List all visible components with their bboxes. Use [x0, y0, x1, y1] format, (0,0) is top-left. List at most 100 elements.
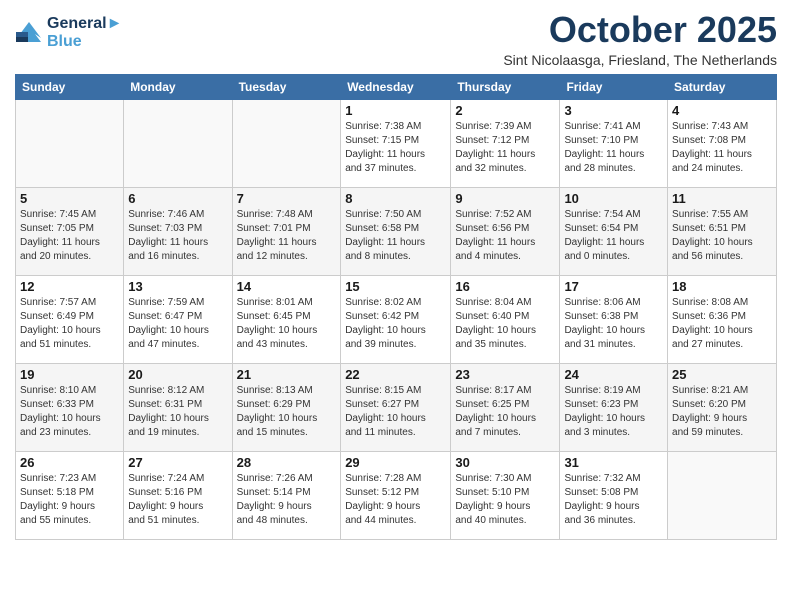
day-info: Sunrise: 7:57 AM Sunset: 6:49 PM Dayligh…: [20, 296, 119, 352]
calendar-cell: 13Sunrise: 7:59 AM Sunset: 6:47 PM Dayli…: [124, 275, 232, 363]
day-info: Sunrise: 7:45 AM Sunset: 7:05 PM Dayligh…: [20, 208, 119, 264]
day-info: Sunrise: 8:21 AM Sunset: 6:20 PM Dayligh…: [672, 384, 772, 440]
calendar: Sunday Monday Tuesday Wednesday Thursday…: [15, 74, 777, 540]
header-saturday: Saturday: [668, 74, 777, 99]
calendar-cell: 24Sunrise: 8:19 AM Sunset: 6:23 PM Dayli…: [560, 363, 668, 451]
day-info: Sunrise: 7:32 AM Sunset: 5:08 PM Dayligh…: [564, 472, 663, 528]
calendar-cell: 15 Sunrise: 8:02 AM Sunset: 6:42 PM Dayli…: [341, 275, 451, 363]
day-info: Sunrise: 8:08 AM Sunset: 6:36 PM Dayligh…: [672, 296, 772, 352]
calendar-cell: 16Sunrise: 8:04 AM Sunset: 6:40 PM Dayli…: [451, 275, 560, 363]
day-info: Sunrise: 8:02 AM Sunset: 6:42 PM Dayligh…: [345, 296, 446, 352]
day-number: 11: [672, 191, 772, 206]
calendar-cell: 27Sunrise: 7:24 AM Sunset: 5:16 PM Dayli…: [124, 451, 232, 539]
logo-icon: [15, 18, 43, 46]
day-number: 8: [345, 191, 446, 206]
day-info: Sunrise: 8:19 AM Sunset: 6:23 PM Dayligh…: [564, 384, 663, 440]
day-number: 29: [345, 455, 446, 470]
calendar-cell: 31 Sunrise: 7:32 AM Sunset: 5:08 PM Dayli…: [560, 451, 668, 539]
weekday-header-row: Sunday Monday Tuesday Wednesday Thursday…: [16, 74, 777, 99]
header: General► Blue October 2025 Sint Nicolaas…: [15, 10, 777, 68]
calendar-cell: 26Sunrise: 7:23 AM Sunset: 5:18 PM Dayli…: [16, 451, 124, 539]
day-info: Sunrise: 7:43 AM Sunset: 7:08 PM Dayligh…: [672, 120, 772, 176]
day-number: 4: [672, 103, 772, 118]
day-info: Sunrise: 8:12 AM Sunset: 6:31 PM Dayligh…: [128, 384, 227, 440]
day-number: 5: [20, 191, 119, 206]
day-number: 21: [237, 367, 337, 382]
day-info: Sunrise: 7:54 AM Sunset: 6:54 PM Dayligh…: [564, 208, 663, 264]
day-number: 19: [20, 367, 119, 382]
day-info: Sunrise: 8:13 AM Sunset: 6:29 PM Dayligh…: [237, 384, 337, 440]
day-number: 1: [345, 103, 446, 118]
header-friday: Friday: [560, 74, 668, 99]
calendar-cell: 30Sunrise: 7:30 AM Sunset: 5:10 PM Dayli…: [451, 451, 560, 539]
calendar-cell: [16, 99, 124, 187]
day-number: 10: [564, 191, 663, 206]
calendar-cell: 4 Sunrise: 7:43 AM Sunset: 7:08 PM Daylig…: [668, 99, 777, 187]
day-info: Sunrise: 7:52 AM Sunset: 6:56 PM Dayligh…: [455, 208, 555, 264]
day-info: Sunrise: 7:30 AM Sunset: 5:10 PM Dayligh…: [455, 472, 555, 528]
location: Sint Nicolaasga, Friesland, The Netherla…: [503, 52, 777, 68]
calendar-cell: 29 Sunrise: 7:28 AM Sunset: 5:12 PM Dayli…: [341, 451, 451, 539]
calendar-cell: 20 Sunrise: 8:12 AM Sunset: 6:31 PM Dayli…: [124, 363, 232, 451]
header-sunday: Sunday: [16, 74, 124, 99]
day-number: 3: [564, 103, 663, 118]
calendar-cell: 11 Sunrise: 7:55 AM Sunset: 6:51 PM Dayli…: [668, 187, 777, 275]
calendar-week-0: 1 Sunrise: 7:38 AM Sunset: 7:15 PM Daylig…: [16, 99, 777, 187]
header-tuesday: Tuesday: [232, 74, 341, 99]
day-info: Sunrise: 7:28 AM Sunset: 5:12 PM Dayligh…: [345, 472, 446, 528]
calendar-cell: 21 Sunrise: 8:13 AM Sunset: 6:29 PM Dayli…: [232, 363, 341, 451]
calendar-week-2: 12 Sunrise: 7:57 AM Sunset: 6:49 PM Dayli…: [16, 275, 777, 363]
calendar-week-3: 19 Sunrise: 8:10 AM Sunset: 6:33 PM Dayli…: [16, 363, 777, 451]
day-info: Sunrise: 8:17 AM Sunset: 6:25 PM Dayligh…: [455, 384, 555, 440]
calendar-cell: [232, 99, 341, 187]
day-info: Sunrise: 8:10 AM Sunset: 6:33 PM Dayligh…: [20, 384, 119, 440]
day-info: Sunrise: 8:04 AM Sunset: 6:40 PM Dayligh…: [455, 296, 555, 352]
day-info: Sunrise: 7:26 AM Sunset: 5:14 PM Dayligh…: [237, 472, 337, 528]
header-thursday: Thursday: [451, 74, 560, 99]
logo-text: General► Blue: [47, 14, 122, 51]
day-number: 12: [20, 279, 119, 294]
day-number: 31: [564, 455, 663, 470]
calendar-cell: [124, 99, 232, 187]
day-info: Sunrise: 7:46 AM Sunset: 7:03 PM Dayligh…: [128, 208, 227, 264]
day-info: Sunrise: 7:48 AM Sunset: 7:01 PM Dayligh…: [237, 208, 337, 264]
day-info: Sunrise: 8:06 AM Sunset: 6:38 PM Dayligh…: [564, 296, 663, 352]
calendar-cell: 14 Sunrise: 8:01 AM Sunset: 6:45 PM Dayli…: [232, 275, 341, 363]
calendar-cell: 1 Sunrise: 7:38 AM Sunset: 7:15 PM Daylig…: [341, 99, 451, 187]
title-block: October 2025 Sint Nicolaasga, Friesland,…: [503, 10, 777, 68]
calendar-cell: [668, 451, 777, 539]
calendar-cell: 28 Sunrise: 7:26 AM Sunset: 5:14 PM Dayli…: [232, 451, 341, 539]
day-info: Sunrise: 7:55 AM Sunset: 6:51 PM Dayligh…: [672, 208, 772, 264]
day-info: Sunrise: 7:50 AM Sunset: 6:58 PM Dayligh…: [345, 208, 446, 264]
calendar-cell: 10 Sunrise: 7:54 AM Sunset: 6:54 PM Dayli…: [560, 187, 668, 275]
day-info: Sunrise: 7:38 AM Sunset: 7:15 PM Dayligh…: [345, 120, 446, 176]
day-info: Sunrise: 8:01 AM Sunset: 6:45 PM Dayligh…: [237, 296, 337, 352]
calendar-cell: 19 Sunrise: 8:10 AM Sunset: 6:33 PM Dayli…: [16, 363, 124, 451]
calendar-cell: 12 Sunrise: 7:57 AM Sunset: 6:49 PM Dayli…: [16, 275, 124, 363]
day-number: 15: [345, 279, 446, 294]
day-info: Sunrise: 7:59 AM Sunset: 6:47 PM Dayligh…: [128, 296, 227, 352]
day-number: 23: [455, 367, 555, 382]
calendar-week-4: 26Sunrise: 7:23 AM Sunset: 5:18 PM Dayli…: [16, 451, 777, 539]
day-number: 7: [237, 191, 337, 206]
logo: General► Blue: [15, 14, 122, 51]
calendar-cell: 6 Sunrise: 7:46 AM Sunset: 7:03 PM Daylig…: [124, 187, 232, 275]
day-number: 20: [128, 367, 227, 382]
page: General► Blue October 2025 Sint Nicolaas…: [0, 0, 792, 612]
month-title: October 2025: [503, 10, 777, 50]
day-number: 2: [455, 103, 555, 118]
calendar-cell: 5 Sunrise: 7:45 AM Sunset: 7:05 PM Daylig…: [16, 187, 124, 275]
calendar-week-1: 5 Sunrise: 7:45 AM Sunset: 7:05 PM Daylig…: [16, 187, 777, 275]
calendar-cell: 3 Sunrise: 7:41 AM Sunset: 7:10 PM Daylig…: [560, 99, 668, 187]
day-number: 27: [128, 455, 227, 470]
day-number: 17: [564, 279, 663, 294]
day-number: 18: [672, 279, 772, 294]
day-info: Sunrise: 7:41 AM Sunset: 7:10 PM Dayligh…: [564, 120, 663, 176]
day-number: 14: [237, 279, 337, 294]
calendar-cell: 8 Sunrise: 7:50 AM Sunset: 6:58 PM Daylig…: [341, 187, 451, 275]
header-monday: Monday: [124, 74, 232, 99]
day-number: 6: [128, 191, 227, 206]
day-number: 25: [672, 367, 772, 382]
day-number: 9: [455, 191, 555, 206]
day-number: 28: [237, 455, 337, 470]
